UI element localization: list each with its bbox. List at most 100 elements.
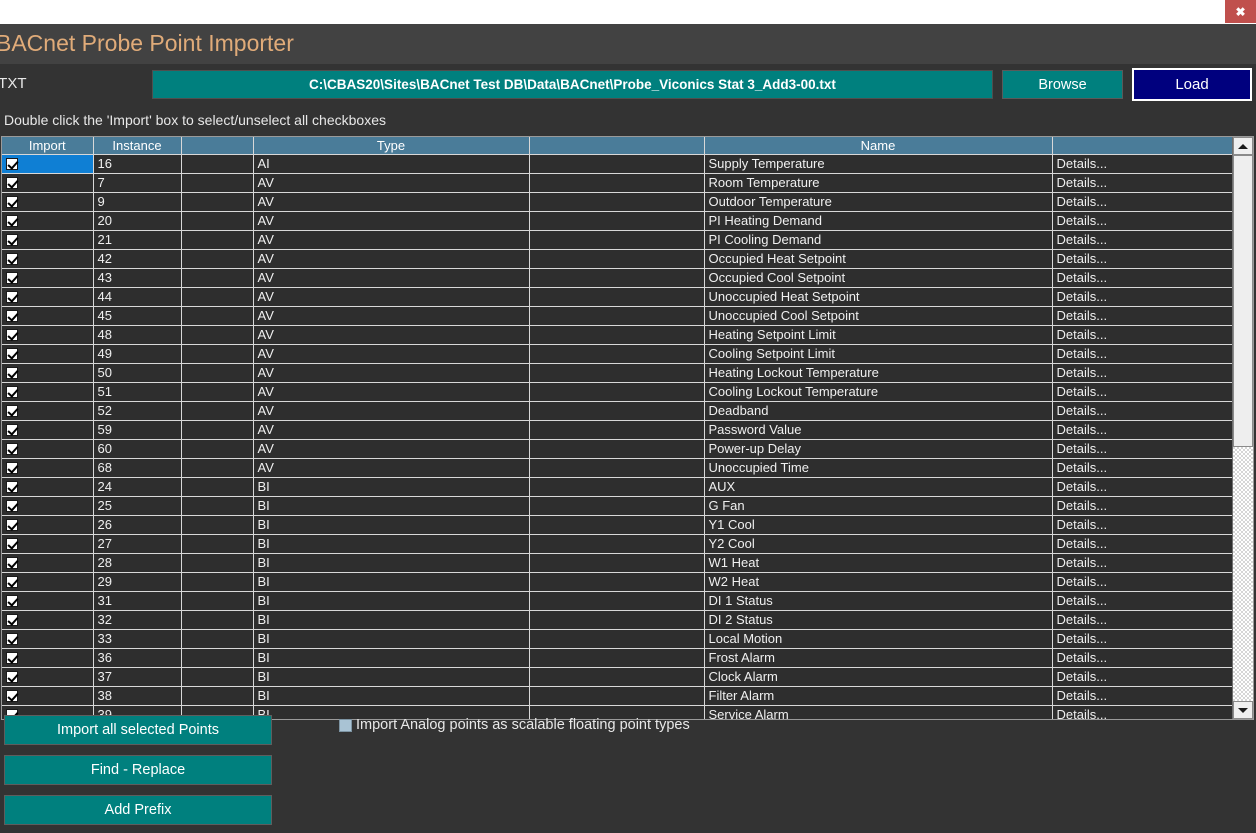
table-row[interactable]: 20 AV PI Heating Demand Details... <box>2 211 1232 231</box>
table-row[interactable]: 52 AV Deadband Details... <box>2 401 1232 421</box>
column-header-blank-2[interactable] <box>529 137 705 155</box>
cell-details[interactable]: Details... <box>1052 629 1232 649</box>
import-checkbox[interactable] <box>6 271 18 284</box>
import-checkbox[interactable] <box>6 214 18 227</box>
scrollbar-track[interactable] <box>1233 155 1253 701</box>
cell-import[interactable] <box>2 306 94 326</box>
table-row[interactable]: 37 BI Clock Alarm Details... <box>2 667 1232 687</box>
column-header-import[interactable]: Import <box>2 137 94 155</box>
cell-details[interactable]: Details... <box>1052 667 1232 687</box>
add-prefix-button[interactable]: Add Prefix <box>4 795 272 825</box>
table-row[interactable]: 42 AV Occupied Heat Setpoint Details... <box>2 249 1232 269</box>
cell-import[interactable] <box>2 401 94 421</box>
table-row[interactable]: 28 BI W1 Heat Details... <box>2 553 1232 573</box>
cell-import[interactable] <box>2 458 94 478</box>
cell-details[interactable]: Details... <box>1052 705 1232 719</box>
table-row[interactable]: 50 AV Heating Lockout Temperature Details..… <box>2 363 1232 383</box>
grid-scrollbar[interactable] <box>1232 137 1253 719</box>
cell-import[interactable] <box>2 154 94 174</box>
table-row[interactable]: 68 AV Unoccupied Time Details... <box>2 458 1232 478</box>
table-row[interactable]: 44 AV Unoccupied Heat Setpoint Details... <box>2 287 1232 307</box>
file-path-field[interactable]: C:\CBAS20\Sites\BACnet Test DB\Data\BACn… <box>152 70 993 99</box>
import-checkbox[interactable] <box>6 176 18 189</box>
cell-import[interactable] <box>2 344 94 364</box>
import-checkbox[interactable] <box>6 537 18 550</box>
table-row[interactable]: 27 BI Y2 Cool Details... <box>2 534 1232 554</box>
import-checkbox[interactable] <box>6 309 18 322</box>
cell-details[interactable]: Details... <box>1052 572 1232 592</box>
cell-details[interactable]: Details... <box>1052 173 1232 193</box>
table-row[interactable]: 36 BI Frost Alarm Details... <box>2 648 1232 668</box>
table-row[interactable]: 33 BI Local Motion Details... <box>2 629 1232 649</box>
cell-import[interactable] <box>2 629 94 649</box>
cell-import[interactable] <box>2 686 94 706</box>
cell-details[interactable]: Details... <box>1052 249 1232 269</box>
close-icon[interactable]: ✖ <box>1225 0 1256 23</box>
cell-details[interactable]: Details... <box>1052 439 1232 459</box>
cell-import[interactable] <box>2 648 94 668</box>
cell-details[interactable]: Details... <box>1052 363 1232 383</box>
cell-import[interactable] <box>2 325 94 345</box>
cell-details[interactable]: Details... <box>1052 610 1232 630</box>
table-row[interactable]: 49 AV Cooling Setpoint Limit Details... <box>2 344 1232 364</box>
cell-import[interactable] <box>2 496 94 516</box>
cell-details[interactable]: Details... <box>1052 534 1232 554</box>
table-row[interactable]: 32 BI DI 2 Status Details... <box>2 610 1232 630</box>
cell-import[interactable] <box>2 382 94 402</box>
import-checkbox[interactable] <box>6 670 18 683</box>
cell-import[interactable] <box>2 610 94 630</box>
import-checkbox[interactable] <box>6 632 18 645</box>
table-row[interactable]: 7 AV Room Temperature Details... <box>2 173 1232 193</box>
cell-import[interactable] <box>2 534 94 554</box>
table-row[interactable]: 48 AV Heating Setpoint Limit Details... <box>2 325 1232 345</box>
column-header-name[interactable]: Name <box>704 137 1053 155</box>
import-checkbox[interactable] <box>6 385 18 398</box>
analog-scalable-checkbox[interactable] <box>339 718 352 732</box>
cell-details[interactable]: Details... <box>1052 268 1232 288</box>
load-button[interactable]: Load <box>1132 68 1252 101</box>
import-checkbox[interactable] <box>6 233 18 246</box>
cell-details[interactable]: Details... <box>1052 686 1232 706</box>
import-checkbox[interactable] <box>6 347 18 360</box>
scroll-up-button[interactable] <box>1233 137 1253 155</box>
import-checkbox[interactable] <box>6 366 18 379</box>
table-row[interactable]: 21 AV PI Cooling Demand Details... <box>2 230 1232 250</box>
import-checkbox[interactable] <box>6 689 18 702</box>
cell-details[interactable]: Details... <box>1052 287 1232 307</box>
import-checkbox[interactable] <box>6 613 18 626</box>
cell-import[interactable] <box>2 439 94 459</box>
cell-import[interactable] <box>2 192 94 212</box>
import-checkbox[interactable] <box>6 252 18 265</box>
scroll-down-button[interactable] <box>1233 701 1253 719</box>
table-row[interactable]: 59 AV Password Value Details... <box>2 420 1232 440</box>
cell-import[interactable] <box>2 477 94 497</box>
table-row[interactable]: 9 AV Outdoor Temperature Details... <box>2 192 1232 212</box>
cell-details[interactable]: Details... <box>1052 496 1232 516</box>
cell-details[interactable]: Details... <box>1052 648 1232 668</box>
cell-details[interactable]: Details... <box>1052 420 1232 440</box>
column-header-instance[interactable]: Instance <box>93 137 182 155</box>
cell-import[interactable] <box>2 287 94 307</box>
cell-details[interactable]: Details... <box>1052 458 1232 478</box>
cell-details[interactable]: Details... <box>1052 154 1232 174</box>
import-checkbox[interactable] <box>6 157 18 170</box>
import-checkbox[interactable] <box>6 328 18 341</box>
cell-details[interactable]: Details... <box>1052 325 1232 345</box>
table-row[interactable]: 26 BI Y1 Cool Details... <box>2 515 1232 535</box>
import-all-selected-points-button[interactable]: Import all selected Points <box>4 715 272 745</box>
cell-import[interactable] <box>2 211 94 231</box>
import-checkbox[interactable] <box>6 499 18 512</box>
cell-details[interactable]: Details... <box>1052 306 1232 326</box>
table-row[interactable]: 16 AI Supply Temperature Details... <box>2 154 1232 174</box>
cell-details[interactable]: Details... <box>1052 211 1232 231</box>
import-checkbox[interactable] <box>6 442 18 455</box>
column-header-blank-3[interactable] <box>1052 137 1232 155</box>
column-header-blank-1[interactable] <box>181 137 254 155</box>
cell-details[interactable]: Details... <box>1052 515 1232 535</box>
cell-import[interactable] <box>2 420 94 440</box>
cell-import[interactable] <box>2 553 94 573</box>
cell-import[interactable] <box>2 230 94 250</box>
cell-details[interactable]: Details... <box>1052 230 1232 250</box>
cell-import[interactable] <box>2 363 94 383</box>
table-row[interactable]: 25 BI G Fan Details... <box>2 496 1232 516</box>
